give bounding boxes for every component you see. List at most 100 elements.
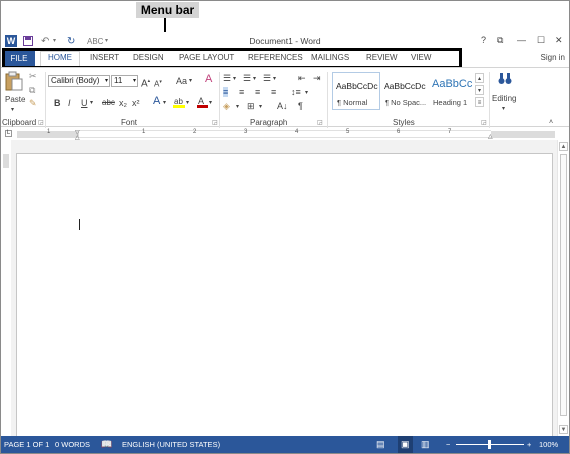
clipboard-group-label: Clipboard: [2, 118, 37, 127]
horizontal-ruler[interactable]: L 1 1 2 3 4 5 6 7 ▽ △ △: [1, 128, 569, 141]
close-button[interactable]: ✕: [555, 35, 563, 46]
bullets-icon[interactable]: ☰: [223, 73, 231, 83]
justify-icon[interactable]: ≡: [271, 87, 276, 97]
styles-launcher-icon[interactable]: ◲: [481, 119, 487, 126]
paste-dropdown-icon[interactable]: ▾: [11, 105, 14, 115]
shading-icon[interactable]: ◈: [223, 101, 230, 111]
styles-more-icon[interactable]: ≡: [475, 97, 484, 107]
style-normal[interactable]: AaBbCcDc ¶ Normal: [332, 72, 380, 110]
web-layout-icon[interactable]: ▥: [421, 436, 430, 453]
help-button[interactable]: ?: [481, 35, 486, 46]
shrink-font-icon[interactable]: A▾: [154, 77, 162, 90]
menu-bar-annotation-label: Menu bar: [136, 2, 199, 18]
align-left-icon[interactable]: ≡: [223, 87, 229, 97]
vertical-ruler-margin: [3, 154, 9, 168]
paste-icon[interactable]: [5, 71, 23, 93]
binoculars-icon[interactable]: [498, 72, 512, 87]
style-sample-text: AaBbCc: [432, 78, 473, 90]
document-page[interactable]: [16, 153, 553, 443]
superscript-button[interactable]: x²: [132, 98, 140, 108]
text-highlight-icon[interactable]: ab: [173, 96, 185, 110]
strikethrough-button[interactable]: abc: [102, 98, 115, 108]
style-sample-text: AaBbCcDc: [384, 81, 426, 91]
align-right-icon[interactable]: ≡: [255, 87, 260, 97]
style-heading-1[interactable]: AaBbCc Heading 1: [428, 72, 472, 110]
group-separator: [327, 72, 328, 128]
svg-text:A: A: [198, 96, 204, 106]
underline-button[interactable]: U: [81, 98, 88, 108]
font-color-dropdown-icon[interactable]: ▾: [209, 98, 212, 108]
ruler-number: 2: [193, 129, 197, 135]
sign-in-link[interactable]: Sign in: [541, 53, 565, 62]
decrease-indent-icon[interactable]: ⇤: [298, 73, 306, 83]
language-status[interactable]: ENGLISH (UNITED STATES): [122, 436, 220, 453]
sort-icon[interactable]: A↓: [277, 101, 288, 111]
vertical-ruler[interactable]: [1, 140, 11, 436]
page-count-status[interactable]: PAGE 1 OF 1: [4, 436, 49, 453]
font-color-icon[interactable]: A: [197, 96, 208, 110]
align-center-icon[interactable]: ≡: [239, 87, 244, 97]
paste-button-label[interactable]: Paste: [5, 95, 25, 105]
highlight-dropdown-icon[interactable]: ▾: [186, 98, 189, 108]
multilevel-dropdown-icon[interactable]: ▾: [273, 74, 276, 84]
minimize-button[interactable]: —: [517, 35, 526, 46]
change-case-button[interactable]: Aa: [176, 76, 187, 86]
subscript-button[interactable]: x₂: [119, 98, 127, 108]
style-no-spacing[interactable]: AaBbCcDc ¶ No Spac...: [380, 72, 428, 110]
grow-font-icon[interactable]: A▴: [141, 76, 150, 89]
ruler-margin-right: [491, 131, 555, 138]
maximize-button[interactable]: ☐: [537, 35, 545, 46]
ruler-number: 4: [295, 129, 299, 135]
collapse-ribbon-icon[interactable]: ˄: [549, 118, 553, 128]
font-name-combo[interactable]: Calibri (Body) ▾: [48, 75, 110, 87]
proofing-icon[interactable]: 📖: [101, 436, 112, 453]
tab-selector-icon[interactable]: L: [5, 130, 12, 137]
borders-icon[interactable]: ⊞: [247, 101, 255, 111]
scroll-down-arrow-icon[interactable]: ▼: [559, 425, 568, 434]
text-effects-dropdown-icon[interactable]: ▾: [163, 98, 166, 108]
text-effects-icon[interactable]: A: [153, 96, 160, 107]
vertical-scrollbar[interactable]: ▲ ▼: [557, 140, 569, 436]
line-spacing-dropdown-icon[interactable]: ▾: [305, 88, 308, 98]
underline-dropdown-icon[interactable]: ▾: [90, 98, 93, 108]
clear-formatting-icon[interactable]: A: [205, 74, 212, 85]
italic-button[interactable]: I: [68, 98, 71, 108]
shading-dropdown-icon[interactable]: ▾: [236, 102, 239, 112]
zoom-in-button[interactable]: +: [527, 436, 531, 453]
font-size-combo[interactable]: 11 ▾: [111, 75, 138, 87]
change-case-dropdown-icon[interactable]: ▾: [189, 76, 192, 86]
ruler-number: 3: [244, 129, 248, 135]
editing-button[interactable]: Editing: [492, 94, 516, 104]
bold-button[interactable]: B: [54, 98, 61, 108]
editing-dropdown-icon[interactable]: ▾: [502, 104, 505, 114]
zoom-level[interactable]: 100%: [539, 436, 558, 453]
increase-indent-icon[interactable]: ⇥: [313, 73, 321, 83]
clipboard-launcher-icon[interactable]: ◲: [38, 119, 44, 126]
zoom-out-button[interactable]: −: [446, 436, 450, 453]
format-painter-icon[interactable]: ✎: [29, 98, 37, 108]
print-layout-icon[interactable]: ▣: [398, 436, 413, 453]
bullets-dropdown-icon[interactable]: ▾: [233, 74, 236, 84]
word-count-status[interactable]: 0 WORDS: [55, 436, 90, 453]
styles-scroll-down-icon[interactable]: ▾: [475, 85, 484, 95]
group-separator: [489, 72, 490, 128]
ribbon-display-options-button[interactable]: ⧉: [497, 35, 503, 46]
multilevel-list-icon[interactable]: ☰: [263, 73, 271, 83]
font-name-value: Calibri (Body): [51, 76, 100, 85]
scroll-thumb[interactable]: [560, 154, 567, 416]
numbering-icon[interactable]: ☰: [243, 73, 251, 83]
styles-scroll-up-icon[interactable]: ▴: [475, 73, 484, 83]
read-mode-icon[interactable]: ▤: [376, 436, 385, 453]
copy-icon[interactable]: ⧉: [29, 85, 35, 95]
numbering-dropdown-icon[interactable]: ▾: [253, 74, 256, 84]
zoom-slider-thumb[interactable]: [488, 440, 491, 449]
line-spacing-icon[interactable]: ↕≡: [291, 87, 301, 97]
cut-icon[interactable]: ✂: [29, 71, 37, 81]
show-hide-marks-icon[interactable]: ¶: [298, 101, 303, 111]
scroll-up-arrow-icon[interactable]: ▲: [559, 142, 568, 151]
font-launcher-icon[interactable]: ◲: [212, 119, 218, 126]
borders-dropdown-icon[interactable]: ▾: [259, 102, 262, 112]
text-cursor: [79, 219, 80, 230]
paragraph-launcher-icon[interactable]: ◲: [317, 119, 323, 126]
style-name: ¶ Normal: [337, 98, 368, 107]
